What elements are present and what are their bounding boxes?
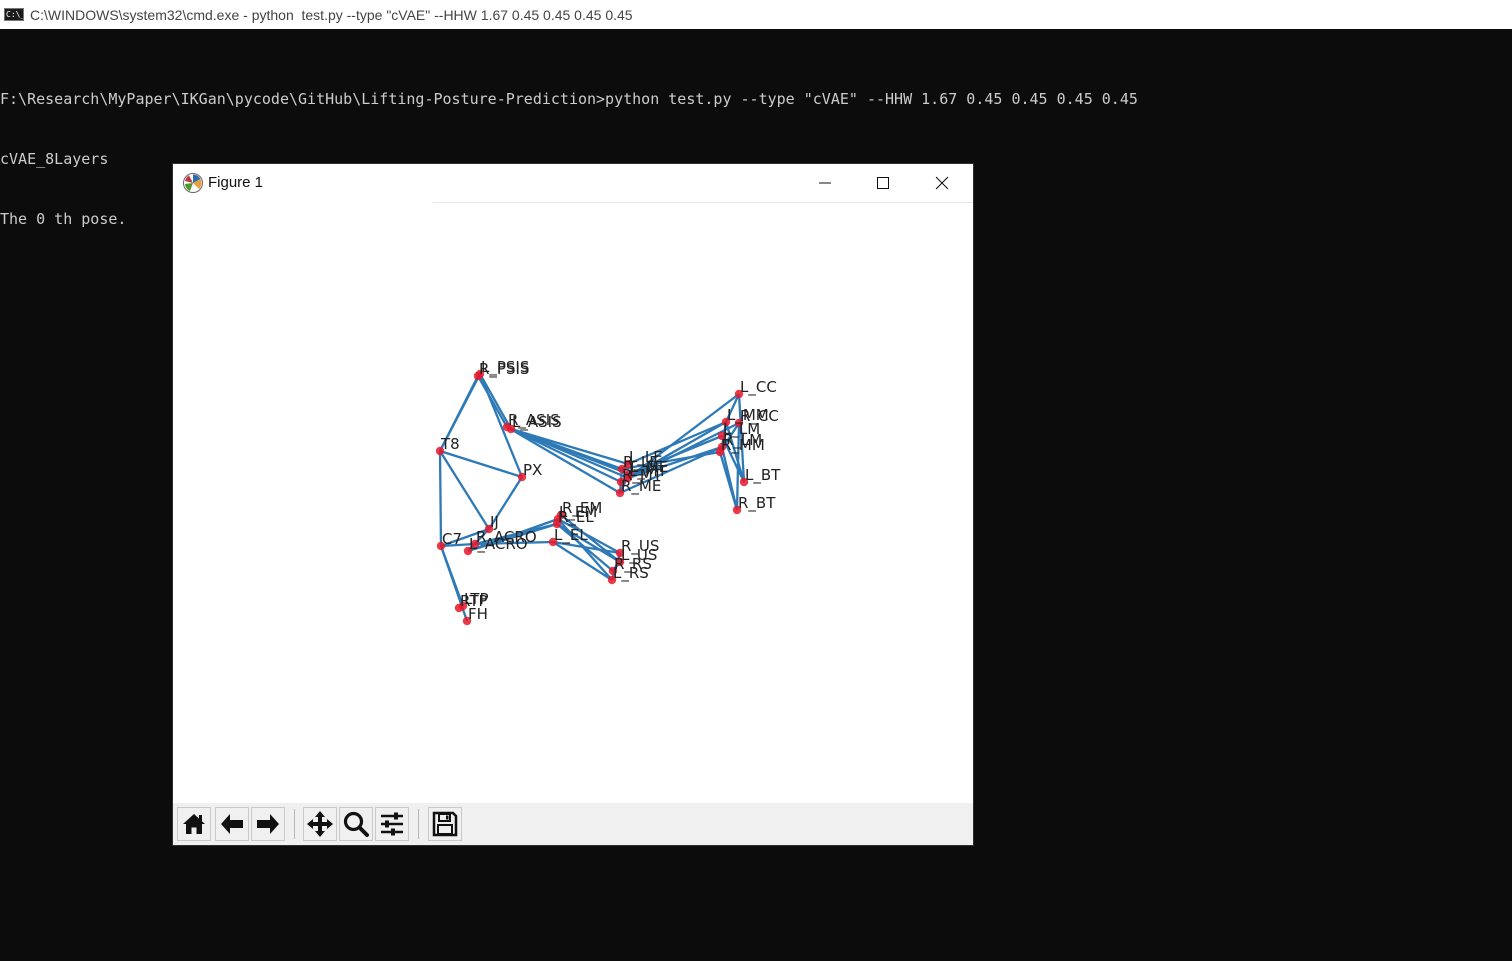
console-titlebar[interactable]: C:\_ C:\WINDOWS\system32\cmd.exe - pytho… bbox=[0, 0, 1512, 29]
skeleton-plot[interactable]: L_PSISR_PSISL_ASISR_ASIST8PXIJC7 R_ACROL_… bbox=[173, 203, 973, 803]
joint-label-r-psis: R_PSIS bbox=[479, 360, 529, 379]
segment-l_psis-l_asis bbox=[478, 373, 513, 430]
joint-label-t8: T8 bbox=[440, 435, 460, 453]
segment-r_lm-r_bt bbox=[720, 446, 739, 511]
matplotlib-icon bbox=[183, 173, 203, 193]
pan-button[interactable] bbox=[303, 807, 337, 841]
home-icon bbox=[183, 814, 205, 834]
joint-label-l-cc: L_CC bbox=[740, 378, 777, 397]
zoom-icon bbox=[343, 811, 369, 837]
move-icon bbox=[307, 811, 333, 837]
joint-label-l-acro: L_ACRO bbox=[469, 535, 528, 554]
console-title: C:\WINDOWS\system32\cmd.exe - python tes… bbox=[30, 6, 633, 23]
joint-label-l-mt: L_MT bbox=[629, 462, 668, 481]
toolbar-separator bbox=[294, 809, 295, 839]
joint-label-l-bt: L_BT bbox=[745, 466, 781, 485]
forward-button[interactable] bbox=[251, 807, 285, 841]
joint-label-l-el: L_EL bbox=[554, 526, 588, 545]
segment-t8-ij bbox=[439, 450, 490, 530]
arrow-right-icon bbox=[257, 814, 279, 834]
segment-r_psis-r_asis bbox=[477, 375, 508, 428]
segment-layer bbox=[438, 373, 746, 622]
navigation-toolbar bbox=[173, 803, 973, 845]
segment-t8-c7 bbox=[438, 450, 443, 547]
joint-label-fh: FH bbox=[468, 605, 488, 623]
back-button[interactable] bbox=[215, 807, 249, 841]
maximize-icon bbox=[877, 177, 889, 189]
segment-t8-px bbox=[439, 449, 523, 479]
subplots-button[interactable] bbox=[375, 807, 409, 841]
segment-r_asis-r_me bbox=[506, 426, 621, 494]
figure-title: Figure 1 bbox=[208, 174, 264, 191]
close-button[interactable] bbox=[913, 164, 971, 202]
zoom-button[interactable] bbox=[339, 807, 373, 841]
joint-label-px: PX bbox=[523, 461, 542, 479]
minimize-icon bbox=[819, 182, 831, 184]
cmd-icon: C:\_ bbox=[4, 8, 24, 21]
close-icon bbox=[935, 176, 949, 190]
joint-label-r-asis: R_ASIS bbox=[508, 411, 560, 430]
save-button[interactable] bbox=[428, 807, 462, 841]
maximize-button[interactable] bbox=[854, 164, 912, 202]
arrow-left-icon bbox=[221, 814, 243, 834]
figure-titlebar[interactable]: Figure 1 bbox=[173, 164, 973, 202]
sliders-icon bbox=[381, 812, 403, 836]
joint-label-r-lm: R_LM bbox=[723, 431, 762, 450]
figure-window: Figure 1 L_PSIS R_PSIS L_ASIS R_ASIS T8 PX IJ C… bbox=[173, 164, 973, 845]
plot-canvas[interactable]: L_PSIS R_PSIS L_ASIS R_ASIS T8 PX IJ C7 R_ACRO L_… bbox=[173, 203, 973, 803]
minimize-button[interactable] bbox=[796, 164, 854, 202]
joint-label-r-bt: R_BT bbox=[738, 494, 776, 513]
home-button[interactable] bbox=[177, 807, 211, 841]
joint-label-r-el: R_EL bbox=[558, 508, 594, 527]
console-line-command: F:\Research\MyPaper\IKGan\pycode\GitHub\… bbox=[0, 90, 1138, 108]
joint-label-l-rs: L_RS bbox=[613, 564, 649, 583]
joint-layer bbox=[435, 369, 749, 626]
toolbar-separator bbox=[418, 809, 419, 839]
save-icon bbox=[432, 811, 458, 837]
joint-label-c7: C7 bbox=[442, 530, 462, 548]
